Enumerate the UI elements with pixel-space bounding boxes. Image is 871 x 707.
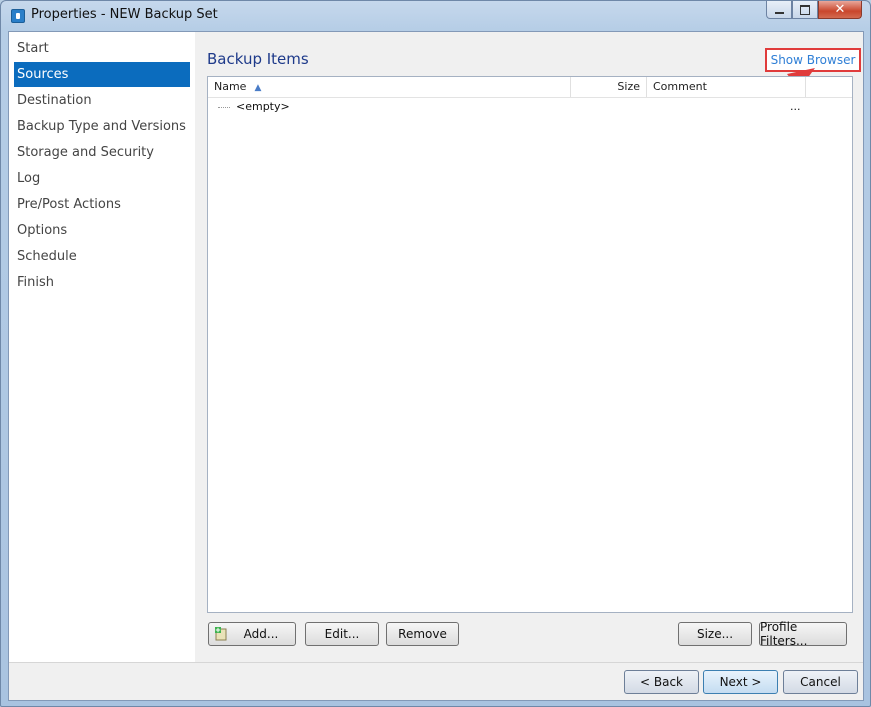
profile-filters-button[interactable]: Profile Filters... bbox=[759, 620, 847, 648]
sidebar-item-sources[interactable]: Sources bbox=[14, 62, 190, 87]
add-button-label: Add... bbox=[243, 627, 279, 641]
column-header-name[interactable]: Name ▲ bbox=[208, 77, 571, 97]
section-title: Backup Items bbox=[207, 50, 309, 68]
back-button[interactable]: < Back bbox=[624, 670, 699, 694]
list-item-name: <empty> bbox=[236, 100, 290, 113]
list-item[interactable]: <empty> ... bbox=[208, 99, 852, 117]
sidebar-item-storage-security[interactable]: Storage and Security bbox=[14, 140, 190, 165]
main-panel: Backup Items Show Browser Name ▲ Size Com… bbox=[195, 32, 863, 662]
properties-window: Properties - NEW Backup Set ✕ Start Sour… bbox=[0, 0, 871, 707]
sidebar-item-schedule[interactable]: Schedule bbox=[14, 244, 190, 269]
sidebar-item-log[interactable]: Log bbox=[14, 166, 190, 191]
sidebar-item-options[interactable]: Options bbox=[14, 218, 190, 243]
close-icon: ✕ bbox=[834, 2, 846, 17]
backup-items-list[interactable]: Name ▲ Size Comment <empty> ... bbox=[207, 76, 853, 613]
client-area: Start Sources Destination Backup Type an… bbox=[8, 31, 864, 701]
sidebar-item-backup-type[interactable]: Backup Type and Versions bbox=[14, 114, 190, 139]
cancel-button[interactable]: Cancel bbox=[783, 670, 858, 694]
close-button[interactable]: ✕ bbox=[818, 1, 862, 19]
maximize-icon bbox=[800, 4, 810, 15]
sidebar-item-pre-post-actions[interactable]: Pre/Post Actions bbox=[14, 192, 190, 217]
remove-button[interactable]: Remove bbox=[386, 622, 459, 646]
list-item-ellipsis[interactable]: ... bbox=[790, 100, 801, 113]
column-header-extra[interactable] bbox=[806, 77, 852, 97]
size-button[interactable]: Size... bbox=[678, 622, 752, 646]
column-header-comment[interactable]: Comment bbox=[647, 77, 806, 97]
sidebar-item-finish[interactable]: Finish bbox=[14, 270, 190, 295]
app-icon bbox=[11, 9, 25, 23]
column-header-size[interactable]: Size bbox=[571, 77, 647, 97]
add-button[interactable]: Add... bbox=[208, 622, 296, 646]
sidebar-item-destination[interactable]: Destination bbox=[14, 88, 190, 113]
wizard-footer: < Back Next > Cancel bbox=[9, 662, 863, 700]
minimize-icon bbox=[774, 11, 784, 14]
sort-ascending-icon: ▲ bbox=[254, 83, 262, 93]
next-button[interactable]: Next > bbox=[703, 670, 778, 694]
edit-button[interactable]: Edit... bbox=[305, 622, 379, 646]
sidebar: Start Sources Destination Backup Type an… bbox=[9, 32, 195, 662]
list-header: Name ▲ Size Comment bbox=[208, 77, 852, 98]
tree-connector-icon bbox=[218, 107, 230, 108]
minimize-button[interactable] bbox=[766, 1, 792, 19]
add-item-icon bbox=[215, 627, 227, 641]
window-controls: ✕ bbox=[766, 1, 862, 21]
sidebar-item-start[interactable]: Start bbox=[14, 36, 190, 61]
column-name-label: Name bbox=[214, 80, 247, 93]
title-bar[interactable]: Properties - NEW Backup Set ✕ bbox=[1, 1, 870, 31]
maximize-button[interactable] bbox=[792, 1, 818, 19]
window-title: Properties - NEW Backup Set bbox=[31, 7, 218, 22]
